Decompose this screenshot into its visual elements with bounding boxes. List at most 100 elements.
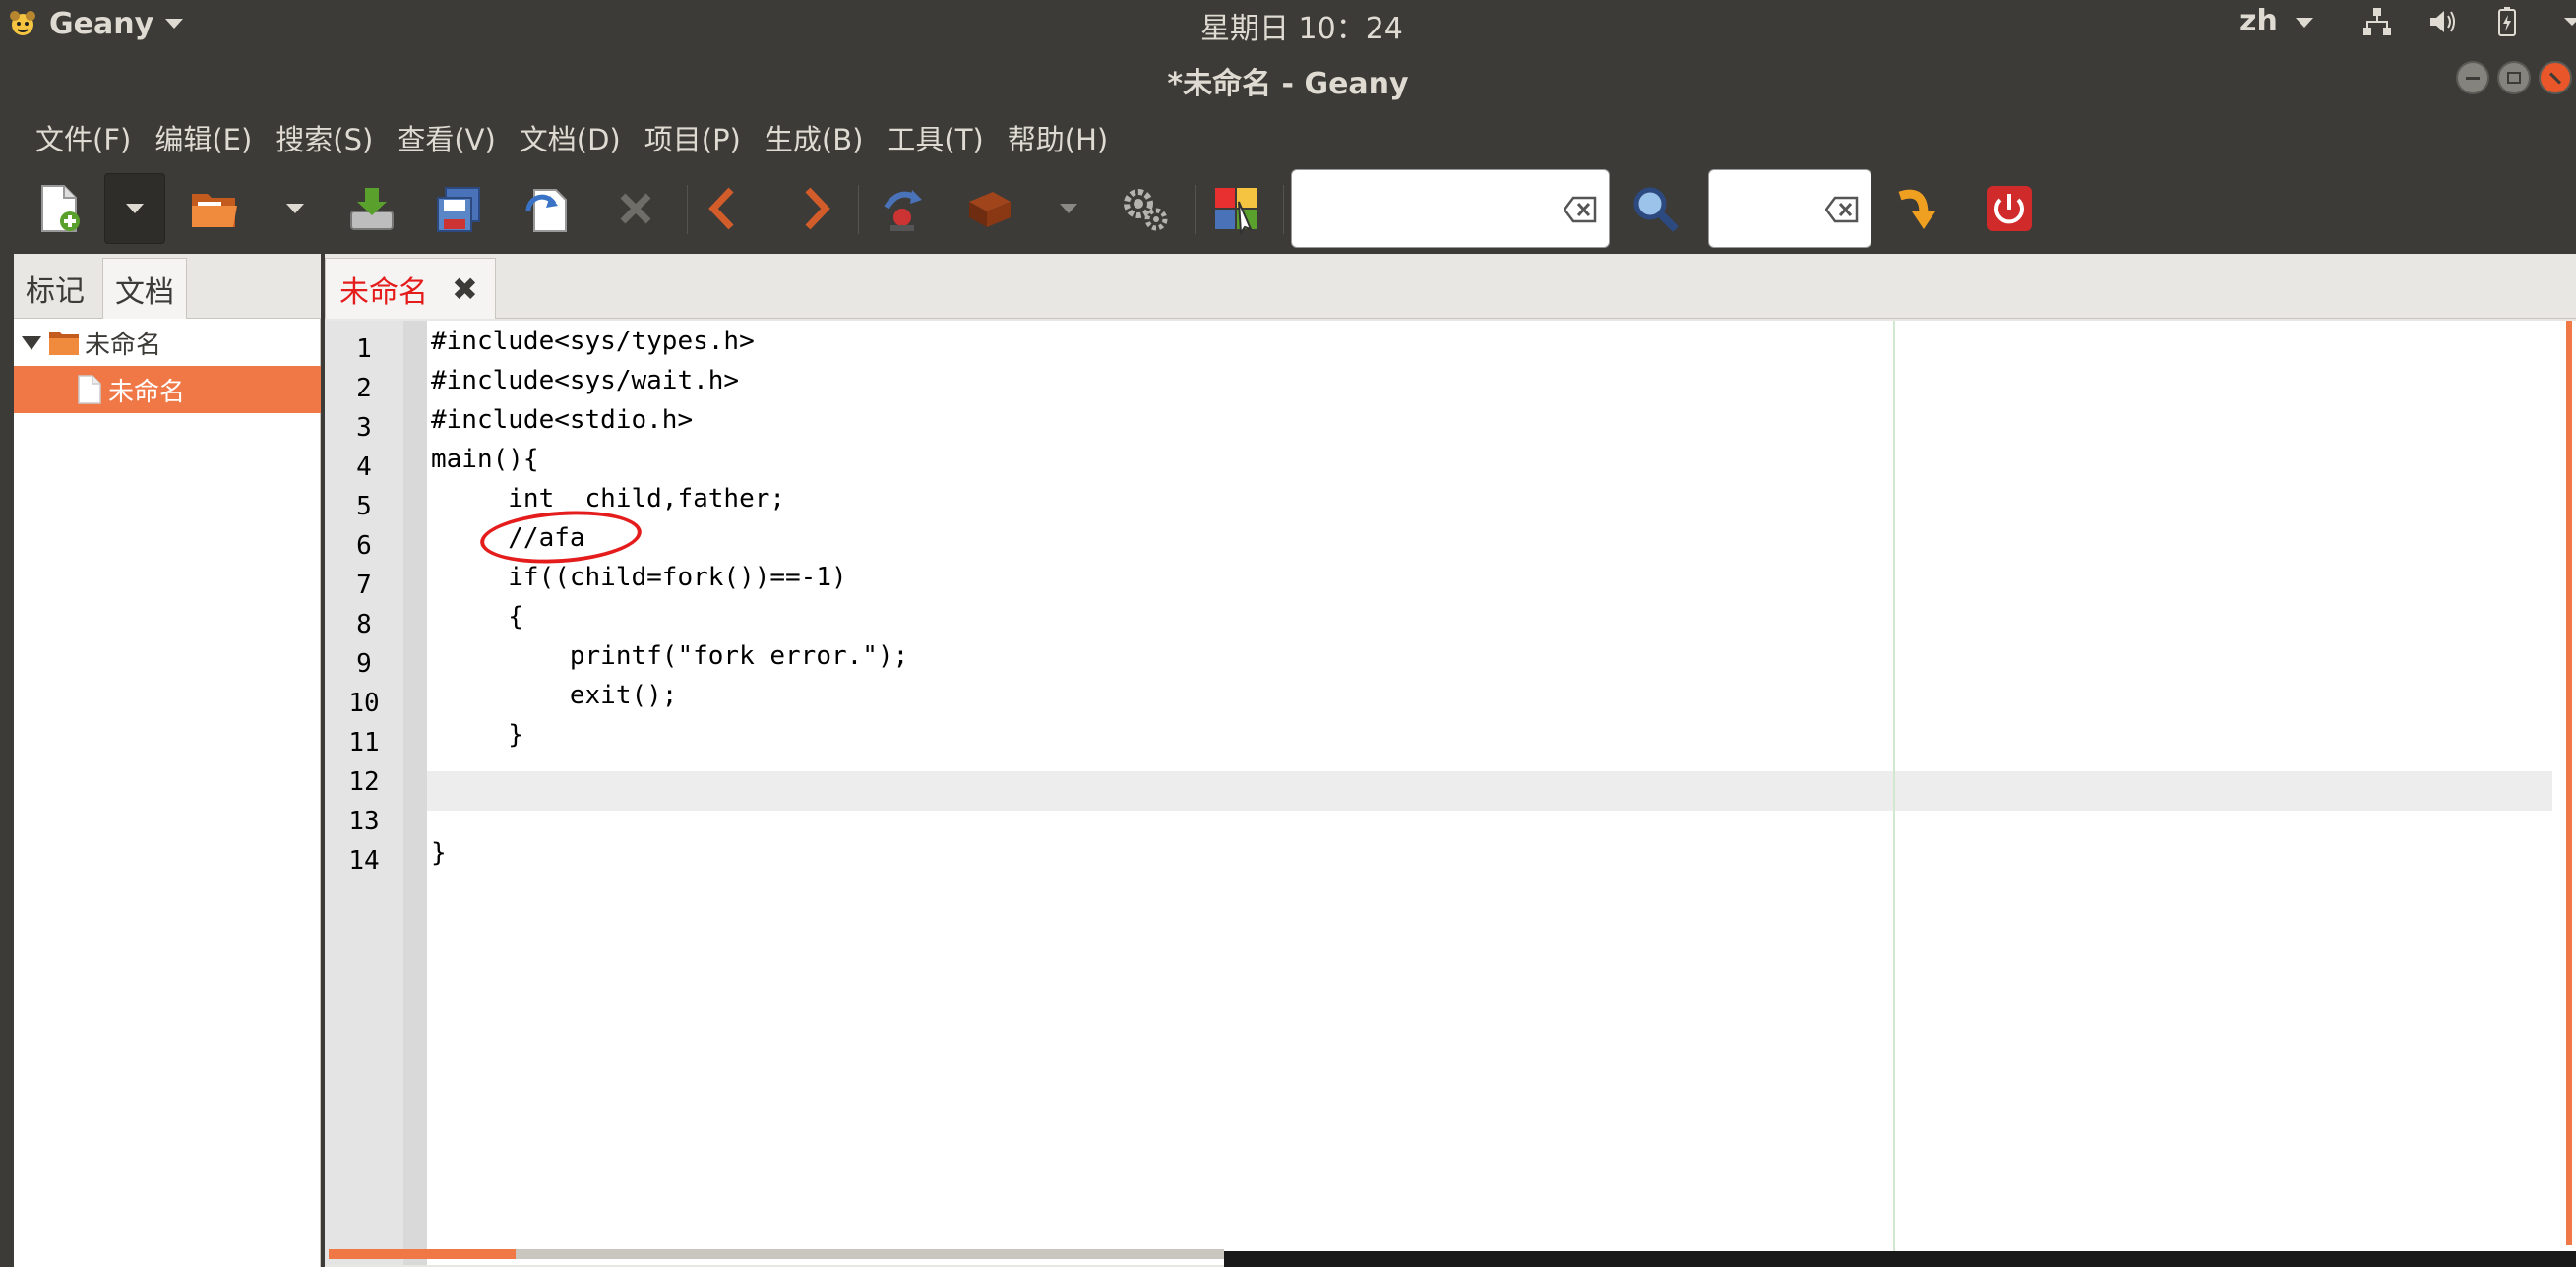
- line-number: 2: [356, 374, 372, 403]
- tab-symbols[interactable]: 标记: [14, 258, 96, 319]
- close-button[interactable]: [2539, 61, 2572, 94]
- code-line[interactable]: }: [431, 720, 523, 750]
- code-line[interactable]: #include<stdio.h>: [431, 405, 693, 435]
- chevron-down-icon: [2296, 17, 2314, 28]
- maximize-button[interactable]: [2497, 61, 2531, 94]
- code-line[interactable]: if((child=fork())==-1): [431, 563, 846, 592]
- clear-icon[interactable]: [1825, 196, 1859, 223]
- minimize-button[interactable]: [2456, 61, 2489, 94]
- search-button[interactable]: [1622, 173, 1688, 244]
- menu-edit[interactable]: 编辑(E): [145, 111, 262, 164]
- menu-build[interactable]: 生成(B): [755, 111, 874, 164]
- tree-folder-row[interactable]: 未命名: [14, 319, 321, 366]
- menu-help[interactable]: 帮助(H): [998, 111, 1118, 164]
- chevron-down-icon: [1060, 204, 1077, 213]
- build-dropdown[interactable]: [1049, 173, 1088, 244]
- toolbar-separator: [1195, 185, 1196, 234]
- execute-button[interactable]: [1112, 173, 1179, 244]
- reload-icon: [525, 189, 567, 232]
- recent-files-dropdown[interactable]: [276, 173, 315, 244]
- sidebar-tabs: 标记 文档: [14, 254, 321, 319]
- sidebar: 标记 文档 未命名 未命名: [14, 254, 321, 1267]
- lang-label: zh: [2239, 4, 2278, 38]
- reload-button[interactable]: [514, 173, 581, 244]
- input-method-indicator[interactable]: zh: [2239, 4, 2314, 38]
- menu-document[interactable]: 文档(D): [510, 111, 631, 164]
- open-file-button[interactable]: [181, 173, 248, 244]
- vertical-scrollbar[interactable]: [2566, 321, 2572, 1245]
- horizontal-scrollbar[interactable]: [329, 1249, 1224, 1259]
- save-icon: [350, 188, 394, 230]
- open-folder-icon: [192, 194, 237, 227]
- magnifier-icon: [1633, 187, 1679, 232]
- close-file-button[interactable]: [602, 173, 669, 244]
- app-menu[interactable]: Geany: [8, 4, 184, 43]
- top-panel: Geany 星期日 10：24 zh: [0, 0, 2576, 47]
- bottom-strip: [1224, 1251, 2576, 1267]
- toolbar-separator: [687, 185, 688, 234]
- line-number: 9: [356, 649, 372, 679]
- tab-documents[interactable]: 文档: [102, 258, 187, 319]
- code-line[interactable]: printf("fork error.");: [431, 641, 908, 671]
- code-line[interactable]: exit();: [431, 681, 678, 710]
- goto-line-button[interactable]: [1883, 173, 1950, 244]
- compile-button[interactable]: [870, 173, 937, 244]
- code-line[interactable]: {: [431, 602, 523, 632]
- window-title: *未命名 - Geany: [1167, 67, 1409, 101]
- line-number: 7: [356, 571, 372, 600]
- fold-margin[interactable]: [403, 321, 427, 1265]
- document-tree: 未命名 未命名: [14, 319, 321, 413]
- file-label: 未命名: [108, 377, 186, 407]
- line-number: 10: [348, 689, 380, 718]
- menu-file[interactable]: 文件(F): [26, 111, 141, 164]
- menu-view[interactable]: 查看(V): [387, 111, 505, 164]
- new-file-template-dropdown[interactable]: [104, 173, 165, 244]
- new-file-button[interactable]: [26, 173, 92, 244]
- clock[interactable]: 星期日 10：24: [1200, 4, 1403, 47]
- save-button[interactable]: [338, 173, 405, 244]
- save-all-button[interactable]: [425, 173, 492, 244]
- compile-icon: [884, 190, 922, 231]
- tab-document[interactable]: 未命名 ✖: [325, 258, 496, 319]
- line-number: 4: [356, 452, 372, 482]
- color-chooser-icon: [1215, 188, 1257, 235]
- chevron-down-icon: [165, 19, 184, 29]
- menu-search[interactable]: 搜索(S): [266, 111, 383, 164]
- line-number: 6: [356, 531, 372, 561]
- code-line[interactable]: #include<sys/types.h>: [431, 327, 755, 356]
- line-number: 3: [356, 413, 372, 443]
- code-line[interactable]: #include<sys/wait.h>: [431, 366, 739, 395]
- goto-line-input[interactable]: [1708, 169, 1871, 248]
- toolbar-separator: [1283, 185, 1284, 234]
- close-tab-icon[interactable]: ✖: [452, 271, 478, 308]
- battery-icon[interactable]: [2491, 6, 2523, 37]
- code-line[interactable]: main(){: [431, 445, 539, 474]
- search-input[interactable]: [1291, 169, 1610, 248]
- clear-icon[interactable]: [1564, 196, 1597, 223]
- toolbar: [0, 163, 2576, 254]
- volume-icon[interactable]: [2426, 6, 2458, 37]
- menu-project[interactable]: 项目(P): [635, 111, 751, 164]
- code-line[interactable]: int child,father;: [431, 484, 785, 513]
- jump-arrow-icon: [1898, 189, 1935, 229]
- tree-file-row[interactable]: 未命名: [14, 366, 321, 413]
- power-menu-icon[interactable]: [2556, 6, 2576, 37]
- menu-tools[interactable]: 工具(T): [877, 111, 993, 164]
- long-line-marker: [1893, 321, 1895, 1251]
- folder-label: 未命名: [85, 330, 162, 360]
- color-chooser-button[interactable]: [1202, 173, 1269, 244]
- search-field[interactable]: [1292, 170, 1609, 247]
- line-number: 12: [348, 767, 380, 797]
- chevron-down-icon: [286, 204, 304, 213]
- network-icon[interactable]: [2361, 6, 2393, 37]
- tab-document-label: 未命名: [339, 274, 428, 310]
- navigate-forward-button[interactable]: [781, 173, 848, 244]
- code-line[interactable]: }: [431, 838, 447, 868]
- quit-button[interactable]: [1976, 173, 2043, 244]
- navigate-back-button[interactable]: [691, 173, 758, 244]
- chevron-left-icon: [708, 187, 734, 230]
- expander-down-icon[interactable]: [18, 329, 45, 356]
- window-title-bar[interactable]: *未命名 - Geany: [0, 47, 2576, 112]
- scrollbar-thumb[interactable]: [329, 1249, 516, 1259]
- build-button[interactable]: [956, 173, 1023, 244]
